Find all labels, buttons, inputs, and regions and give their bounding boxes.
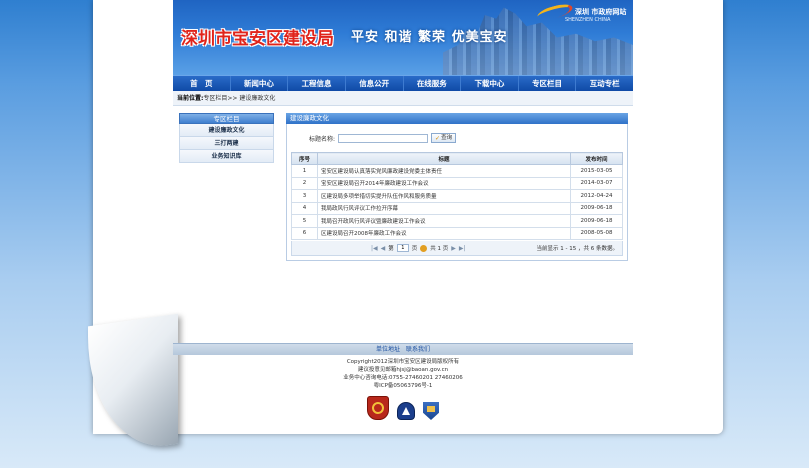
row-title-link[interactable]: 宝安区建设局召开2014年廉政建设工作会议 bbox=[317, 176, 571, 190]
row-date: 2012-04-24 bbox=[570, 189, 623, 203]
brand-name: 深圳 市政府网站 bbox=[575, 8, 627, 16]
police-badge-icon[interactable] bbox=[397, 402, 415, 420]
nav-interactive[interactable]: 互动专栏 bbox=[576, 76, 633, 91]
row-number: 1 bbox=[291, 164, 318, 178]
nav-downloads[interactable]: 下载中心 bbox=[461, 76, 519, 91]
search-button-label: 查询 bbox=[441, 134, 453, 141]
row-title-link[interactable]: 区建设局召开2008年廉政工作会议 bbox=[317, 226, 571, 240]
first-page-icon[interactable]: |◀ bbox=[371, 245, 378, 252]
footer-copyright: Copyright2012深圳市宝安区建设局版权所有 建议投意见邮箱hjsj@b… bbox=[173, 358, 633, 390]
pagination-summary: 当前显示 1 - 15 ，共 6 条数据。 bbox=[536, 246, 618, 252]
brand-subtitle: SHENZHEN CHINA bbox=[565, 17, 611, 23]
page-curl bbox=[88, 313, 178, 457]
column-header-title: 标题 bbox=[317, 152, 571, 165]
sidebar: 专区栏目 建设廉政文化 三打两建 业务知识库 bbox=[179, 113, 274, 339]
row-number: 2 bbox=[291, 176, 318, 190]
search-icon: ✓ bbox=[435, 134, 441, 142]
table-row: 5 我局召开政风行风评议暨廉政建设工作会议 2009-06-18 bbox=[291, 214, 623, 228]
security-shield-icon[interactable] bbox=[423, 402, 439, 420]
row-title-link[interactable]: 宝安区建设局认真落实党风廉政建设党委主体责任 bbox=[317, 164, 571, 178]
title-search-input[interactable] bbox=[338, 133, 429, 143]
table-header-row: 序号 标题 发布时间 bbox=[291, 152, 623, 165]
nav-disclosure[interactable]: 信息公开 bbox=[346, 76, 404, 91]
footer-link-address[interactable]: 单位地址 bbox=[376, 346, 400, 353]
main-nav: 首 页 新闻中心 工程信息 信息公开 在线服务 下载中心 专区栏目 互动专栏 bbox=[173, 75, 633, 91]
content-area: 专区栏目 建设廉政文化 三打两建 业务知识库 建设廉政文化 标题名称: ✓ 查询 bbox=[173, 106, 633, 339]
row-title-link[interactable]: 我局召开政风行风评议暨廉政建设工作会议 bbox=[317, 214, 571, 228]
main-panel-title: 建设廉政文化 bbox=[286, 113, 628, 124]
next-page-icon[interactable]: ▶ bbox=[451, 245, 456, 252]
row-number: 5 bbox=[291, 214, 318, 228]
sidebar-item-integrity-culture[interactable]: 建设廉政文化 bbox=[179, 124, 274, 137]
row-number: 3 bbox=[291, 189, 318, 203]
nav-home[interactable]: 首 页 bbox=[173, 76, 231, 91]
header-banner: 深圳市宝安区建设局 平安 和谐 繁荣 优美宝安 深圳 市政府网站 SHENZHE… bbox=[173, 0, 633, 75]
breadcrumb-path[interactable]: 专区栏目>> 建设廉政文化 bbox=[203, 95, 275, 102]
row-title-link[interactable]: 区建设局多项举措切实提升队伍作风和服务质量 bbox=[317, 189, 571, 203]
row-number: 4 bbox=[291, 201, 318, 215]
pagination-controls: |◀ ◀ 第 页 共 1 页 ▶ ▶| bbox=[371, 244, 466, 252]
main-panel-body: 标题名称: ✓ 查询 序号 标题 发布时间 1 宝安区建设局认真落实党风廉政建设… bbox=[286, 124, 628, 261]
last-page-icon[interactable]: ▶| bbox=[459, 245, 466, 252]
row-date: 2015-03-05 bbox=[570, 164, 623, 178]
row-date: 2008-05-08 bbox=[570, 226, 623, 240]
icp-line: 粤ICP备05063796号-1 bbox=[373, 383, 433, 389]
column-header-date: 发布时间 bbox=[570, 152, 623, 165]
nav-projects[interactable]: 工程信息 bbox=[288, 76, 346, 91]
phone-line: 业务中心咨询电话:0755-27460201 27460206 bbox=[343, 375, 463, 381]
government-site-badge-icon[interactable] bbox=[367, 396, 389, 420]
copyright-line: Copyright2012深圳市宝安区建设局版权所有 bbox=[346, 359, 460, 365]
site-wrapper: 深圳市宝安区建设局 平安 和谐 繁荣 优美宝安 深圳 市政府网站 SHENZHE… bbox=[173, 0, 633, 420]
table-row: 1 宝安区建设局认真落实党风廉政建设党委主体责任 2015-03-05 bbox=[291, 164, 623, 178]
main-panel: 建设廉政文化 标题名称: ✓ 查询 序号 标题 发布时间 1 宝安区建设局认真落… bbox=[286, 113, 629, 339]
go-page-icon[interactable] bbox=[420, 244, 428, 252]
breadcrumb-label: 当前位置: bbox=[177, 95, 204, 102]
row-date: 2014-03-07 bbox=[570, 176, 623, 190]
article-table: 序号 标题 发布时间 1 宝安区建设局认真落实党风廉政建设党委主体责任 2015… bbox=[291, 152, 623, 240]
sidebar-item-knowledge-base[interactable]: 业务知识库 bbox=[179, 150, 274, 163]
site-logo[interactable]: 深圳市宝安区建设局 bbox=[181, 24, 334, 49]
breadcrumb: 当前位置:专区栏目>> 建设廉政文化 bbox=[173, 91, 633, 106]
total-pages: 共 1 页 bbox=[430, 246, 449, 252]
pagination-bar: |◀ ◀ 第 页 共 1 页 ▶ ▶| 当前显示 1 - 15 ，共 6 条数据… bbox=[291, 241, 623, 256]
column-header-no: 序号 bbox=[291, 152, 318, 165]
sidebar-item-three-strikes[interactable]: 三打两建 bbox=[179, 137, 274, 150]
sidebar-title: 专区栏目 bbox=[179, 113, 274, 124]
page-prefix: 第 bbox=[388, 246, 394, 252]
row-title-link[interactable]: 我局政风行风评议工作拉开序幕 bbox=[317, 201, 571, 215]
search-button[interactable]: ✓ 查询 bbox=[431, 133, 457, 143]
footer-links-bar: 单位地址 联系我们 bbox=[173, 343, 633, 355]
header-slogan: 平安 和谐 繁荣 优美宝安 bbox=[351, 30, 508, 45]
nav-special-columns[interactable]: 专区栏目 bbox=[519, 76, 577, 91]
shenzhen-brand-logo[interactable]: 深圳 市政府网站 SHENZHEN CHINA bbox=[536, 1, 627, 26]
table-row: 6 区建设局召开2008年廉政工作会议 2008-05-08 bbox=[291, 226, 623, 240]
page-number-input[interactable] bbox=[396, 244, 409, 252]
search-row: 标题名称: ✓ 查询 bbox=[291, 130, 623, 146]
table-row: 4 我局政风行风评议工作拉开序幕 2009-06-18 bbox=[291, 201, 623, 215]
footer-link-contact[interactable]: 联系我们 bbox=[406, 346, 430, 353]
table-row: 3 区建设局多项举措切实提升队伍作风和服务质量 2012-04-24 bbox=[291, 189, 623, 203]
page-suffix: 页 bbox=[411, 246, 418, 252]
feedback-email-line: 建议投意见邮箱hjsj@baoan.gov.cn bbox=[357, 367, 449, 373]
footer-badges bbox=[173, 396, 633, 420]
nav-online-service[interactable]: 在线服务 bbox=[404, 76, 462, 91]
search-label: 标题名称: bbox=[309, 135, 336, 143]
row-date: 2009-06-18 bbox=[570, 201, 623, 215]
table-row: 2 宝安区建设局召开2014年廉政建设工作会议 2014-03-07 bbox=[291, 176, 623, 190]
row-date: 2009-06-18 bbox=[570, 214, 623, 228]
prev-page-icon[interactable]: ◀ bbox=[381, 245, 386, 252]
row-number: 6 bbox=[291, 226, 318, 240]
nav-news[interactable]: 新闻中心 bbox=[231, 76, 289, 91]
